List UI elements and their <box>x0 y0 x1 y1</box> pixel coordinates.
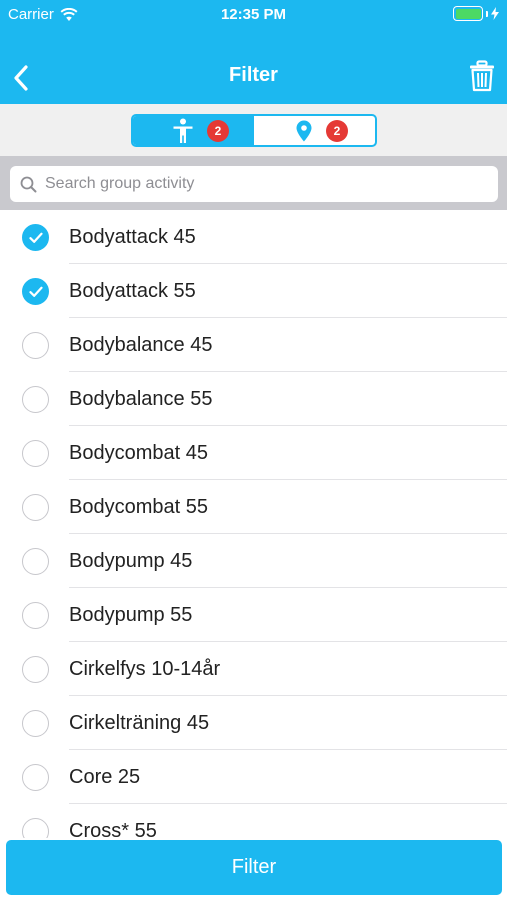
activity-count-badge: 2 <box>207 120 229 142</box>
checkbox-unchecked[interactable] <box>22 818 49 838</box>
checkbox-unchecked[interactable] <box>22 494 49 521</box>
activity-label: Bodyattack 45 <box>69 226 196 248</box>
search-icon <box>20 176 37 192</box>
search-bar <box>0 156 507 210</box>
activity-label: Bodypump 55 <box>69 604 193 626</box>
activity-label: Bodybalance 55 <box>69 388 213 410</box>
activity-label: Bodycombat 45 <box>69 442 208 464</box>
activity-label: Cirkelfys 10-14år <box>69 658 221 680</box>
activity-label: Bodyattack 55 <box>69 280 196 302</box>
activity-label: Cirkelträning 45 <box>69 712 210 734</box>
list-item[interactable]: Cross* 55 <box>0 804 507 838</box>
filter-type-bar: 2 2 <box>0 104 507 156</box>
trash-icon[interactable] <box>469 60 495 92</box>
battery-icon <box>453 6 483 21</box>
checkbox-unchecked[interactable] <box>22 656 49 683</box>
activity-label: Cross* 55 <box>69 820 157 838</box>
list-item[interactable]: Bodycombat 45 <box>0 426 507 480</box>
list-item[interactable]: Bodycombat 55 <box>0 480 507 534</box>
list-item[interactable]: Bodybalance 55 <box>0 372 507 426</box>
location-pin-icon <box>296 120 311 141</box>
list-item[interactable]: Cirkelträning 45 <box>0 696 507 750</box>
checkbox-unchecked[interactable] <box>22 332 49 359</box>
search-field <box>10 166 498 202</box>
checkbox-checked[interactable] <box>22 224 49 251</box>
list-item[interactable]: Cirkelfys 10-14år <box>0 642 507 696</box>
page-title: Filter <box>229 64 278 86</box>
app-header: Carrier 12:35 PM Filter <box>0 0 507 104</box>
activity-label: Core 25 <box>69 766 141 788</box>
checkbox-unchecked[interactable] <box>22 602 49 629</box>
bottom-bar: Filter <box>0 838 507 900</box>
list-item[interactable]: Bodybalance 45 <box>0 318 507 372</box>
checkbox-unchecked[interactable] <box>22 386 49 413</box>
list-item[interactable]: Bodyattack 55 <box>0 264 507 318</box>
search-input[interactable] <box>45 175 498 193</box>
filter-type-segmented-control: 2 2 <box>131 114 377 147</box>
checkmark-icon <box>28 286 43 297</box>
person-icon <box>173 118 192 143</box>
list-item[interactable]: Bodypump 55 <box>0 588 507 642</box>
segment-activity[interactable]: 2 <box>133 116 254 145</box>
list-item[interactable]: Bodyattack 45 <box>0 210 507 264</box>
location-count-badge: 2 <box>326 120 348 142</box>
activity-label: Bodycombat 55 <box>69 496 208 518</box>
status-time: 12:35 PM <box>220 6 287 23</box>
checkmark-icon <box>28 232 43 243</box>
checkbox-unchecked[interactable] <box>22 548 49 575</box>
navigation-bar: Filter <box>0 50 507 104</box>
list-item[interactable]: Core 25 <box>0 750 507 804</box>
activity-label: Bodybalance 45 <box>69 334 213 356</box>
segment-location[interactable]: 2 <box>254 116 375 145</box>
activity-list: Bodyattack 45 Bodyattack 55 Bodybalance 45… <box>0 210 507 838</box>
filter-button[interactable]: Filter <box>6 840 502 895</box>
activity-label: Bodypump 45 <box>69 550 193 572</box>
checkbox-unchecked[interactable] <box>22 764 49 791</box>
charging-bolt-icon <box>491 7 499 20</box>
status-bar: Carrier 12:35 PM <box>0 0 507 30</box>
list-item[interactable]: Bodypump 45 <box>0 534 507 588</box>
checkbox-checked[interactable] <box>22 278 49 305</box>
battery-indicator <box>453 6 499 21</box>
checkbox-unchecked[interactable] <box>22 710 49 737</box>
checkbox-unchecked[interactable] <box>22 440 49 467</box>
